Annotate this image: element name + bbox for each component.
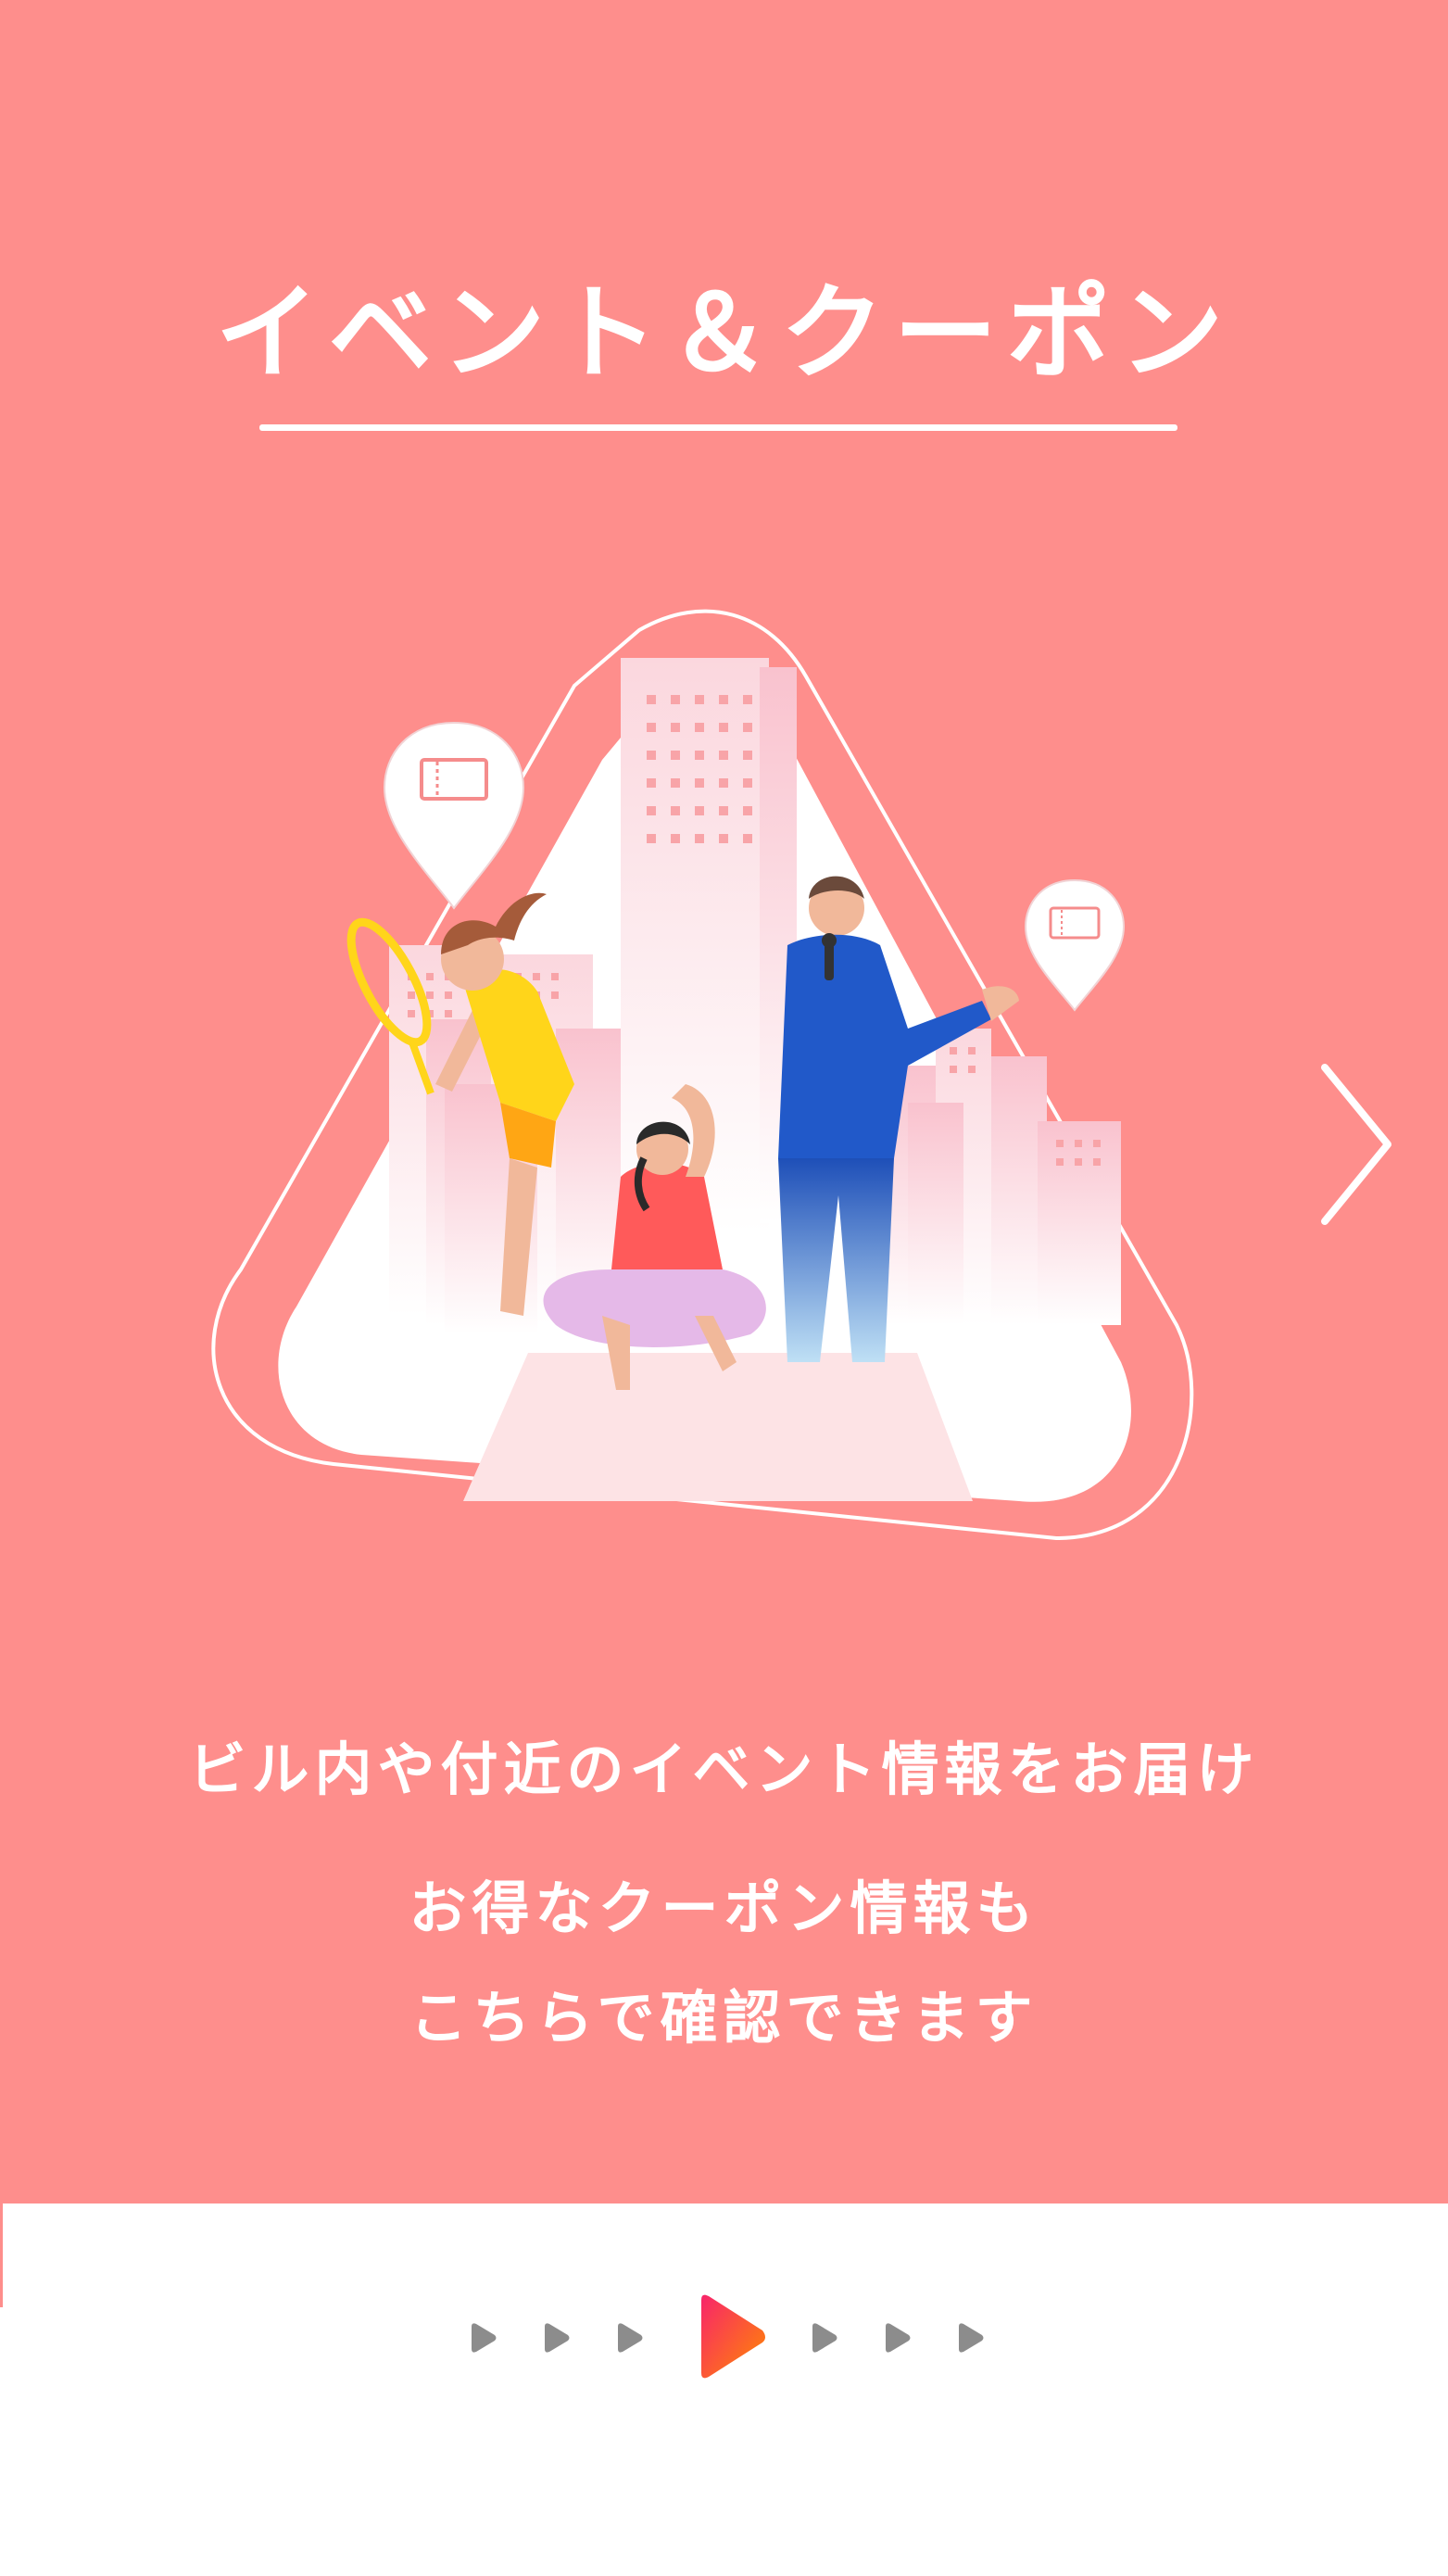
page-indicator — [472, 2294, 984, 2379]
title-underline — [259, 424, 1177, 431]
description-line-2: お得なクーポン情報も — [409, 1875, 1039, 1942]
pager-dot[interactable] — [812, 2323, 837, 2353]
pager-dot[interactable] — [959, 2323, 984, 2353]
pager-dot[interactable] — [472, 2323, 497, 2353]
location-pin-icon — [383, 721, 525, 910]
location-pin-icon — [1024, 878, 1126, 1012]
description-line-1: ビル内や付近のイベント情報をお届け — [188, 1736, 1260, 1803]
pager-dot[interactable] — [618, 2323, 643, 2353]
yoga-mat — [463, 1353, 973, 1501]
description-line-3: こちらで確認できます — [409, 1984, 1039, 2052]
panel-edge — [0, 2203, 3, 2307]
next-chevron-button[interactable] — [1306, 1056, 1408, 1232]
pager-dot-active[interactable] — [701, 2294, 765, 2379]
page-title: イベント＆クーポン — [215, 273, 1233, 394]
pager-dot[interactable] — [545, 2323, 570, 2353]
chevron-right-icon — [1321, 1064, 1391, 1225]
pager-dot[interactable] — [886, 2323, 911, 2353]
event-coupon-illustration — [211, 609, 1194, 1541]
